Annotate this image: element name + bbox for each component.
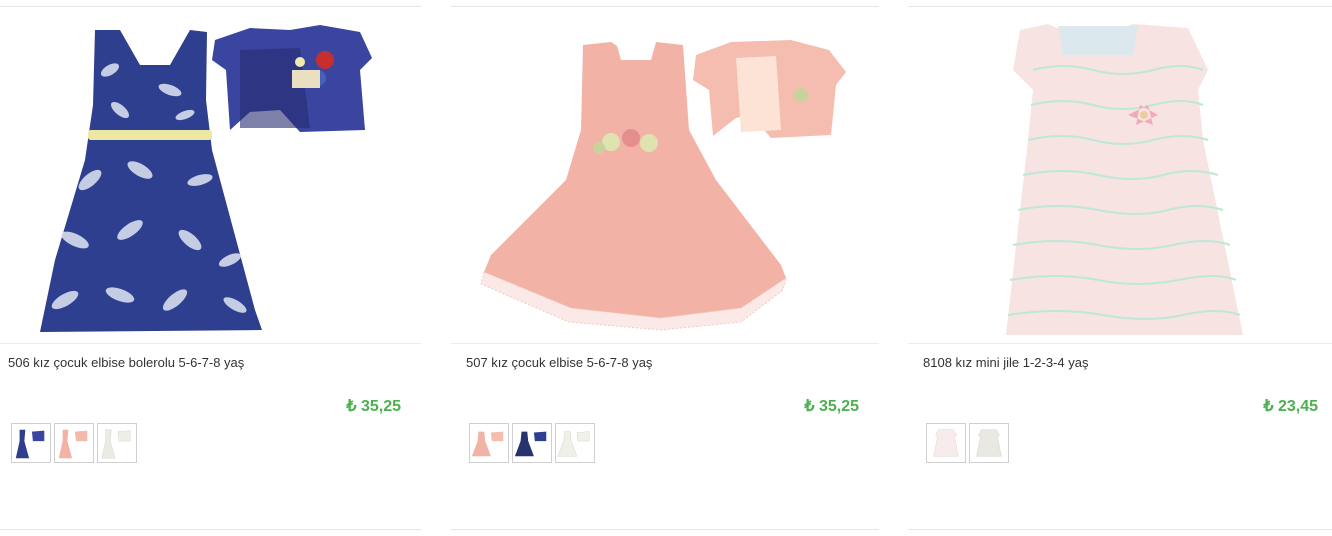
product-image[interactable] [451, 10, 879, 340]
divider [0, 529, 421, 530]
divider [908, 529, 1332, 530]
variant-thumbnail[interactable] [926, 423, 966, 463]
color-variants [469, 423, 595, 463]
variant-thumbnail[interactable] [54, 423, 94, 463]
variant-thumbnail[interactable] [969, 423, 1009, 463]
divider [908, 343, 1332, 344]
divider [451, 6, 879, 7]
product-title[interactable]: 506 kız çocuk elbise bolerolu 5-6-7-8 ya… [8, 355, 244, 370]
product-card: 8108 kız mini jile 1-2-3-4 yaş ₺ 23,45 [908, 0, 1332, 536]
variant-thumbnail[interactable] [11, 423, 51, 463]
color-variants [11, 423, 137, 463]
divider [451, 529, 879, 530]
color-variants [926, 423, 1009, 463]
variant-thumbnail[interactable] [555, 423, 595, 463]
product-image[interactable] [0, 10, 421, 340]
variant-thumbnail[interactable] [512, 423, 552, 463]
product-price: ₺ 23,45 [1263, 398, 1318, 415]
product-price: ₺ 35,25 [346, 398, 401, 415]
product-price: ₺ 35,25 [804, 398, 859, 415]
variant-thumbnail[interactable] [97, 423, 137, 463]
variant-thumbnail[interactable] [469, 423, 509, 463]
product-image[interactable] [908, 10, 1332, 340]
product-card: 507 kız çocuk elbise 5-6-7-8 yaş ₺ 35,25 [451, 0, 879, 536]
product-title[interactable]: 8108 kız mini jile 1-2-3-4 yaş [923, 355, 1088, 370]
divider [0, 343, 421, 344]
divider [451, 343, 879, 344]
divider [0, 6, 421, 7]
product-title[interactable]: 507 kız çocuk elbise 5-6-7-8 yaş [466, 355, 652, 370]
divider [908, 6, 1332, 7]
product-card: 506 kız çocuk elbise bolerolu 5-6-7-8 ya… [0, 0, 421, 536]
